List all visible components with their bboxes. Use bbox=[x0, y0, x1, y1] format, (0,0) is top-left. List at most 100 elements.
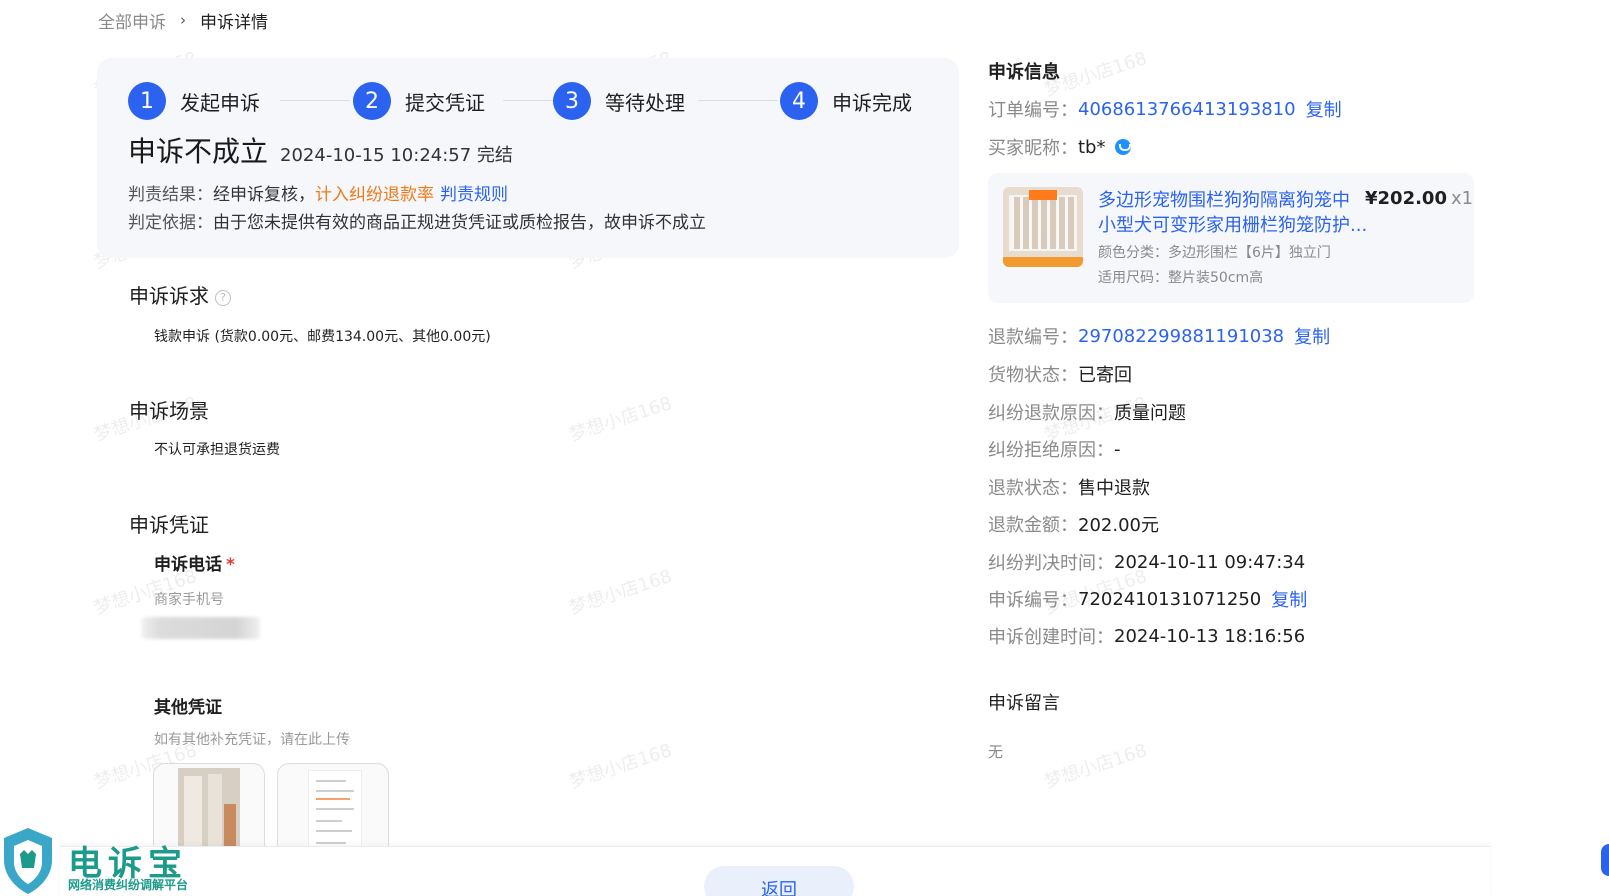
step-4: 4 申诉完成 bbox=[780, 80, 912, 122]
appeal-request-value: 钱款申诉 (货款0.00元、邮费134.00元、其他0.00元) bbox=[154, 329, 491, 345]
judge-basis: 判定依据：由于您未提供有效的商品正规进货凭证或质检报告，故申诉不成立 bbox=[128, 208, 706, 233]
judge-result: 判责结果：经申诉复核，计入纠纷退款率 判责规则 bbox=[128, 180, 508, 205]
required-mark: * bbox=[226, 555, 235, 575]
step-3: 3 等待处理 bbox=[553, 80, 685, 122]
step-1: 1 发起申诉 bbox=[128, 80, 260, 122]
breadcrumb-current: 申诉详情 bbox=[200, 12, 268, 33]
help-icon[interactable]: ? bbox=[215, 290, 231, 306]
buyer-nickname-label: 买家昵称： bbox=[988, 138, 1078, 159]
evidence-title: 申诉凭证 bbox=[129, 513, 209, 537]
appeal-info-title: 申诉信息 bbox=[988, 62, 1060, 83]
create-time-value: 2024-10-13 18:16:56 bbox=[1114, 625, 1306, 647]
appeal-scene-title: 申诉场景 bbox=[129, 399, 209, 423]
step-number: 1 bbox=[128, 82, 166, 120]
goods-attr-size: 适用尺码：整片装50cm高 bbox=[1098, 270, 1264, 286]
refund-number-link[interactable]: 297082299881191038 bbox=[1078, 326, 1284, 347]
step-label: 申诉完成 bbox=[832, 90, 912, 115]
refund-amount-label: 退款金额： bbox=[988, 515, 1078, 536]
appeal-request-title: 申诉诉求? bbox=[129, 280, 231, 309]
judge-time-row: 纠纷判决时间： 2024-10-11 09:47:34 bbox=[988, 549, 1305, 575]
judge-result-highlight: 计入纠纷退款率 bbox=[315, 185, 434, 205]
appeal-message-value: 无 bbox=[988, 743, 1004, 761]
other-evidence-title: 其他凭证 bbox=[154, 698, 222, 718]
result-heading: 申诉不成立 2024-10-15 10:24:57 完结 bbox=[128, 130, 513, 170]
copy-refund-number-button[interactable]: 复制 bbox=[1294, 323, 1330, 349]
refund-amount-row: 退款金额： 202.00元 bbox=[988, 511, 1159, 537]
refund-number-row: 退款编号： 297082299881191038 复制 bbox=[988, 323, 1330, 349]
phone-hint: 商家手机号 bbox=[154, 592, 224, 608]
judge-time-label: 纠纷判决时间： bbox=[988, 553, 1114, 574]
copy-order-number-button[interactable]: 复制 bbox=[1306, 96, 1342, 122]
refund-reason-row: 纠纷退款原因： 质量问题 bbox=[988, 399, 1186, 425]
goods-price-value: ¥202.00 bbox=[1365, 188, 1447, 209]
step-number: 2 bbox=[353, 82, 391, 120]
goods-title-link[interactable]: 多边形宠物围栏狗狗隔离狗笼中 小型犬可变形家用栅栏狗笼防护... bbox=[1098, 188, 1368, 238]
goods-title-line1: 多边形宠物围栏狗狗隔离狗笼中 bbox=[1098, 190, 1350, 211]
breadcrumb-root-link[interactable]: 全部申诉 bbox=[98, 8, 166, 33]
watermark: 梦想小店168 bbox=[1041, 740, 1150, 793]
appeal-phone-title-text: 申诉电话 bbox=[154, 555, 222, 575]
progress-steps: 1 发起申诉 2 提交凭证 3 等待处理 4 申诉完成 bbox=[128, 80, 928, 122]
step-connector bbox=[280, 100, 350, 101]
goods-status-value: 已寄回 bbox=[1078, 365, 1132, 386]
create-time-label: 申诉创建时间： bbox=[988, 627, 1114, 648]
reject-reason-label: 纠纷拒绝原因： bbox=[988, 440, 1114, 461]
side-float-tab[interactable] bbox=[1601, 844, 1609, 876]
step-number: 4 bbox=[780, 82, 818, 120]
step-number: 3 bbox=[553, 82, 591, 120]
refund-amount-value: 202.00元 bbox=[1078, 515, 1159, 536]
watermark: 梦想小店168 bbox=[566, 740, 675, 793]
copy-appeal-number-button[interactable]: 复制 bbox=[1271, 586, 1307, 612]
appeal-request-title-text: 申诉诉求 bbox=[129, 284, 209, 308]
refund-status-value: 售中退款 bbox=[1078, 478, 1150, 499]
order-number-row: 订单编号： 4068613766413193810 复制 bbox=[988, 96, 1342, 122]
judge-time-value: 2024-10-11 09:47:34 bbox=[1114, 551, 1306, 573]
judge-result-text: 经申诉复核， bbox=[213, 185, 315, 205]
order-number-label: 订单编号： bbox=[988, 100, 1078, 121]
step-2: 2 提交凭证 bbox=[353, 80, 485, 122]
goods-quantity: x1 bbox=[1450, 188, 1474, 209]
watermark: 梦想小店168 bbox=[566, 566, 675, 619]
buyer-nickname-row: 买家昵称： tb* bbox=[988, 134, 1132, 160]
order-number-link[interactable]: 4068613766413193810 bbox=[1078, 99, 1296, 120]
buyer-nickname-value: tb* bbox=[1078, 136, 1106, 158]
refund-reason-label: 纠纷退款原因： bbox=[988, 403, 1114, 424]
judge-result-label: 判责结果： bbox=[128, 185, 213, 205]
create-time-row: 申诉创建时间： 2024-10-13 18:16:56 bbox=[988, 623, 1305, 649]
refund-status-row: 退款状态： 售中退款 bbox=[988, 474, 1150, 500]
refund-status-label: 退款状态： bbox=[988, 478, 1078, 499]
step-label: 提交凭证 bbox=[405, 90, 485, 115]
other-evidence-hint: 如有其他补充凭证，请在此上传 bbox=[154, 732, 350, 748]
appeal-number-value: 7202410131071250 bbox=[1078, 588, 1262, 610]
appeal-phone-title: 申诉电话 * bbox=[154, 550, 235, 575]
judge-basis-text: 由于您未提供有效的商品正规进货凭证或质检报告，故申诉不成立 bbox=[213, 213, 706, 233]
breadcrumb: 全部申诉 › 申诉详情 bbox=[98, 8, 268, 33]
back-button[interactable]: 返回 bbox=[704, 866, 854, 896]
refund-number-label: 退款编号： bbox=[988, 327, 1078, 348]
result-status: 申诉不成立 bbox=[128, 135, 269, 168]
step-connector bbox=[503, 100, 553, 101]
judge-basis-label: 判定依据： bbox=[128, 213, 213, 233]
judge-rules-link[interactable]: 判责规则 bbox=[440, 185, 508, 205]
chat-icon[interactable] bbox=[1115, 139, 1132, 155]
goods-title-line2: 小型犬可变形家用栅栏狗笼防护... bbox=[1098, 215, 1368, 236]
goods-price: ¥202.00 x1 bbox=[1365, 188, 1473, 209]
goods-image[interactable] bbox=[1003, 187, 1083, 267]
appeal-number-label: 申诉编号： bbox=[988, 590, 1078, 611]
refund-reason-value: 质量问题 bbox=[1114, 403, 1186, 424]
goods-status-row: 货物状态： 已寄回 bbox=[988, 361, 1132, 387]
masked-phone-number bbox=[142, 617, 260, 639]
goods-attr-color: 颜色分类：多边形围栏【6片】独立门 bbox=[1098, 245, 1331, 261]
step-label: 发起申诉 bbox=[180, 90, 260, 115]
logo-subtitle: 网络消费纠纷调解平台 bbox=[68, 878, 189, 892]
watermark: 梦想小店168 bbox=[566, 393, 675, 446]
appeal-number-row: 申诉编号： 7202410131071250 复制 bbox=[988, 586, 1307, 612]
result-time: 2024-10-15 10:24:57 完结 bbox=[280, 145, 513, 166]
appeal-scene-value: 不认可承担退货运费 bbox=[154, 442, 280, 458]
breadcrumb-separator: › bbox=[180, 11, 186, 29]
reject-reason-row: 纠纷拒绝原因： - bbox=[988, 436, 1121, 462]
step-connector bbox=[698, 100, 778, 101]
goods-status-label: 货物状态： bbox=[988, 365, 1078, 386]
step-label: 等待处理 bbox=[605, 90, 685, 115]
reject-reason-value: - bbox=[1114, 438, 1121, 460]
